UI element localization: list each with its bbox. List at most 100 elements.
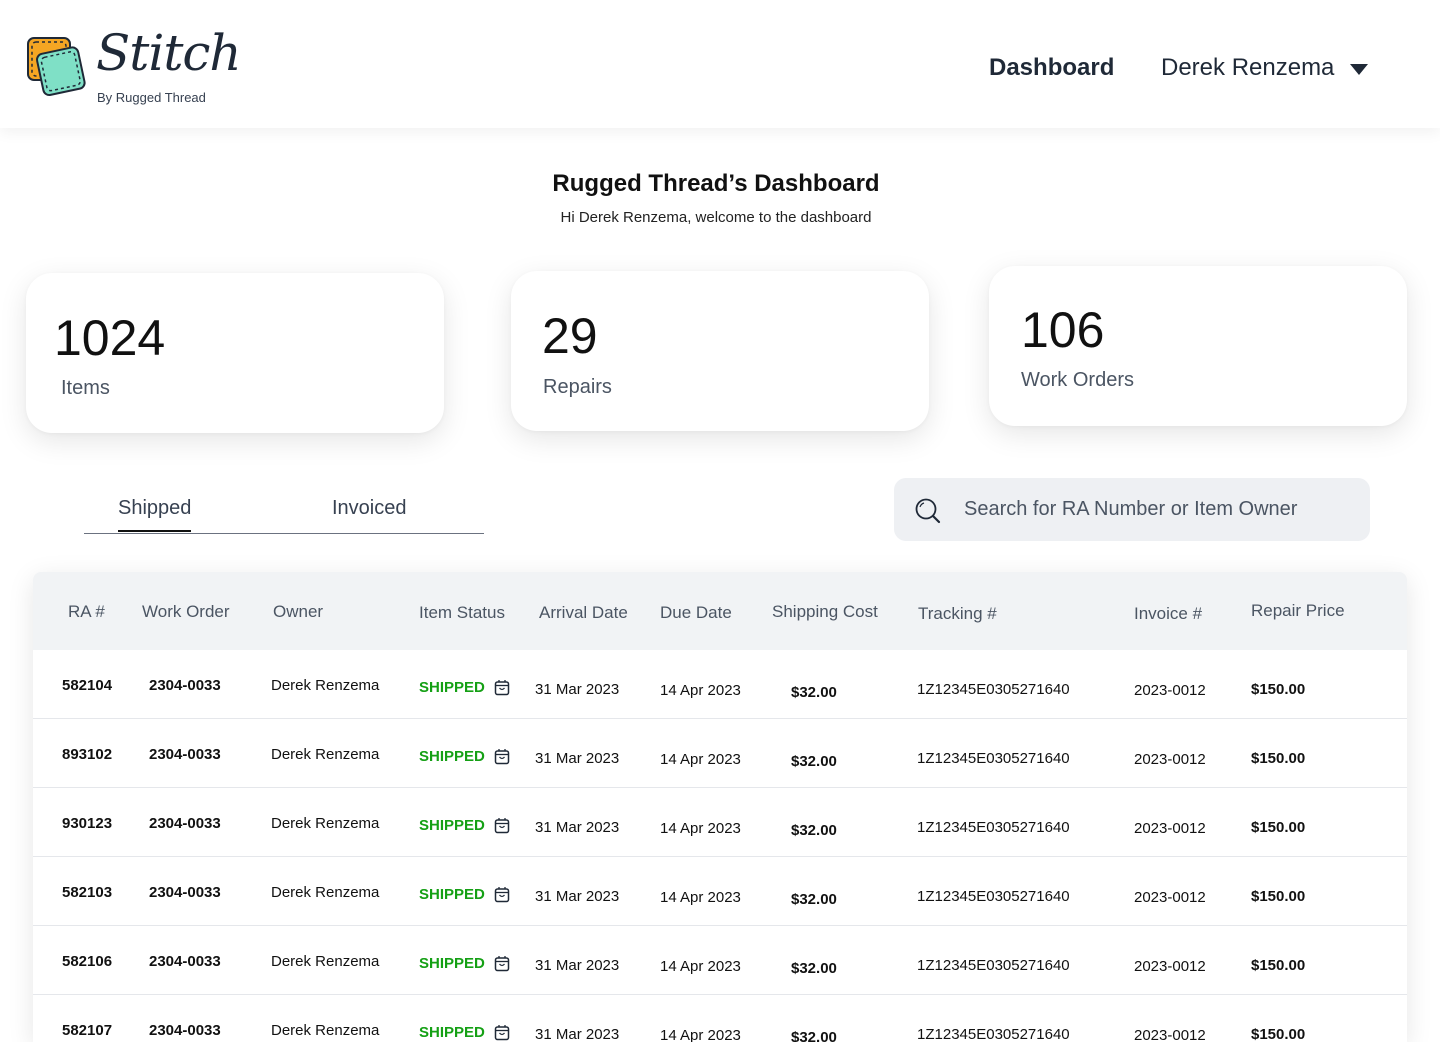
stat-card-items: 1024 Items: [26, 273, 444, 433]
stat-value: 106: [1021, 302, 1105, 358]
status-label: SHIPPED: [419, 748, 485, 765]
cell-shipping-cost: $32.00: [791, 1029, 837, 1042]
cell-tracking: 1Z12345E0305271640: [917, 957, 1070, 974]
nav-dashboard-link[interactable]: Dashboard: [989, 54, 1114, 82]
cell-arrival-date: 31 Mar 2023: [535, 957, 620, 974]
table-row[interactable]: 582106 2304-0033 Derek Renzema 31 Mar 2023 1…: [33, 926, 1407, 995]
stat-label: Work Orders: [1021, 369, 1134, 391]
status-badge: SHIPPED: [419, 817, 510, 834]
cell-tracking: 1Z12345E0305271640: [917, 750, 1070, 767]
cell-shipping-cost: $32.00: [791, 822, 837, 839]
shopping-bag-icon[interactable]: [494, 748, 510, 765]
shopping-bag-icon[interactable]: [494, 886, 510, 903]
column-header-due-date[interactable]: Due Date: [660, 603, 732, 623]
column-header-tracking[interactable]: Tracking #: [918, 604, 997, 624]
cell-tracking: 1Z12345E0305271640: [917, 1026, 1070, 1042]
cell-work-order: 2304-0033: [149, 1022, 221, 1039]
table-row[interactable]: 893102 2304-0033 Derek Renzema 31 Mar 2023 1…: [33, 719, 1407, 788]
user-menu[interactable]: Derek Renzema: [1161, 54, 1369, 82]
cell-ra: 893102: [62, 746, 113, 763]
status-badge: SHIPPED: [419, 955, 510, 972]
cell-repair-price: $150.00: [1251, 957, 1306, 974]
table-row[interactable]: 582107 2304-0033 Derek Renzema 31 Mar 2023 1…: [33, 995, 1407, 1042]
stat-label: Items: [61, 377, 110, 399]
status-badge: SHIPPED: [419, 1024, 510, 1041]
status-label: SHIPPED: [419, 955, 485, 972]
shopping-bag-icon[interactable]: [494, 679, 510, 696]
tab-invoiced[interactable]: Invoiced: [332, 497, 407, 530]
search-input[interactable]: [964, 478, 1354, 541]
status-label: SHIPPED: [419, 886, 485, 903]
cell-due-date: 14 Apr 2023: [660, 682, 741, 699]
cell-owner: Derek Renzema: [271, 677, 380, 694]
cell-invoice: 2023-0012: [1134, 682, 1206, 699]
cell-arrival-date: 31 Mar 2023: [535, 888, 620, 905]
cell-due-date: 14 Apr 2023: [660, 889, 741, 906]
cell-owner: Derek Renzema: [271, 746, 380, 763]
cell-ra: 582104: [62, 677, 113, 694]
column-header-shipping-cost[interactable]: Shipping Cost: [772, 602, 878, 622]
status-badge: SHIPPED: [419, 886, 510, 903]
cell-work-order: 2304-0033: [149, 953, 221, 970]
chevron-down-icon: [1350, 63, 1369, 75]
search-icon: [915, 498, 941, 524]
cell-due-date: 14 Apr 2023: [660, 1027, 741, 1042]
cell-ra: 582107: [62, 1022, 113, 1039]
cell-owner: Derek Renzema: [271, 1022, 380, 1039]
page-title: Rugged Thread’s Dashboard: [552, 170, 880, 197]
cell-repair-price: $150.00: [1251, 681, 1306, 698]
patch-logo-icon: [27, 37, 86, 97]
cell-invoice: 2023-0012: [1134, 751, 1206, 768]
cell-repair-price: $150.00: [1251, 750, 1306, 767]
cell-due-date: 14 Apr 2023: [660, 958, 741, 975]
shopping-bag-icon[interactable]: [494, 817, 510, 834]
cell-work-order: 2304-0033: [149, 884, 221, 901]
column-header-repair-price[interactable]: Repair Price: [1251, 601, 1345, 621]
search-bar: [894, 478, 1370, 541]
tab-shipped[interactable]: Shipped: [118, 497, 192, 532]
cell-arrival-date: 31 Mar 2023: [535, 750, 620, 767]
cell-arrival-date: 31 Mar 2023: [535, 1026, 620, 1042]
cell-repair-price: $150.00: [1251, 819, 1306, 836]
cell-repair-price: $150.00: [1251, 1026, 1306, 1042]
cell-tracking: 1Z12345E0305271640: [917, 681, 1070, 698]
logo-tagline: By Rugged Thread: [97, 90, 206, 105]
cell-owner: Derek Renzema: [271, 884, 380, 901]
column-header-invoice[interactable]: Invoice #: [1134, 604, 1202, 624]
cell-arrival-date: 31 Mar 2023: [535, 681, 620, 698]
shopping-bag-icon[interactable]: [494, 1024, 510, 1041]
table-row[interactable]: 582103 2304-0033 Derek Renzema 31 Mar 2023 1…: [33, 857, 1407, 926]
cell-invoice: 2023-0012: [1134, 958, 1206, 975]
cell-work-order: 2304-0033: [149, 746, 221, 763]
stat-value: 1024: [54, 310, 166, 366]
column-header-work-order[interactable]: Work Order: [142, 602, 230, 622]
page-subtitle: Hi Derek Renzema, welcome to the dashboa…: [560, 209, 872, 226]
cell-invoice: 2023-0012: [1134, 820, 1206, 837]
status-badge: SHIPPED: [419, 679, 510, 696]
cell-ra: 582106: [62, 953, 113, 970]
column-header-item-status[interactable]: Item Status: [419, 603, 505, 623]
column-header-owner[interactable]: Owner: [273, 602, 323, 622]
column-header-arrival-date[interactable]: Arrival Date: [539, 603, 628, 623]
status-badge: SHIPPED: [419, 748, 510, 765]
cell-shipping-cost: $32.00: [791, 960, 837, 977]
user-name: Derek Renzema: [1161, 54, 1335, 81]
column-header-ra[interactable]: RA #: [68, 602, 105, 622]
table-row[interactable]: 930123 2304-0033 Derek Renzema 31 Mar 2023 1…: [33, 788, 1407, 857]
cell-owner: Derek Renzema: [271, 953, 380, 970]
cell-work-order: 2304-0033: [149, 677, 221, 694]
cell-tracking: 1Z12345E0305271640: [917, 888, 1070, 905]
shipments-table: RA # Work Order Owner Item Status Arriva…: [33, 572, 1407, 1042]
stat-value: 29: [542, 308, 598, 364]
stat-label: Repairs: [543, 376, 612, 398]
cell-due-date: 14 Apr 2023: [660, 820, 741, 837]
cell-repair-price: $150.00: [1251, 888, 1306, 905]
stat-card-repairs: 29 Repairs: [511, 271, 929, 431]
cell-arrival-date: 31 Mar 2023: [535, 819, 620, 836]
status-label: SHIPPED: [419, 817, 485, 834]
cell-shipping-cost: $32.00: [791, 684, 837, 701]
table-row[interactable]: 582104 2304-0033 Derek Renzema 31 Mar 2023 1…: [33, 650, 1407, 719]
shopping-bag-icon[interactable]: [494, 955, 510, 972]
top-header: Stitch By Rugged Thread Dashboard Derek …: [0, 0, 1440, 128]
cell-shipping-cost: $32.00: [791, 753, 837, 770]
